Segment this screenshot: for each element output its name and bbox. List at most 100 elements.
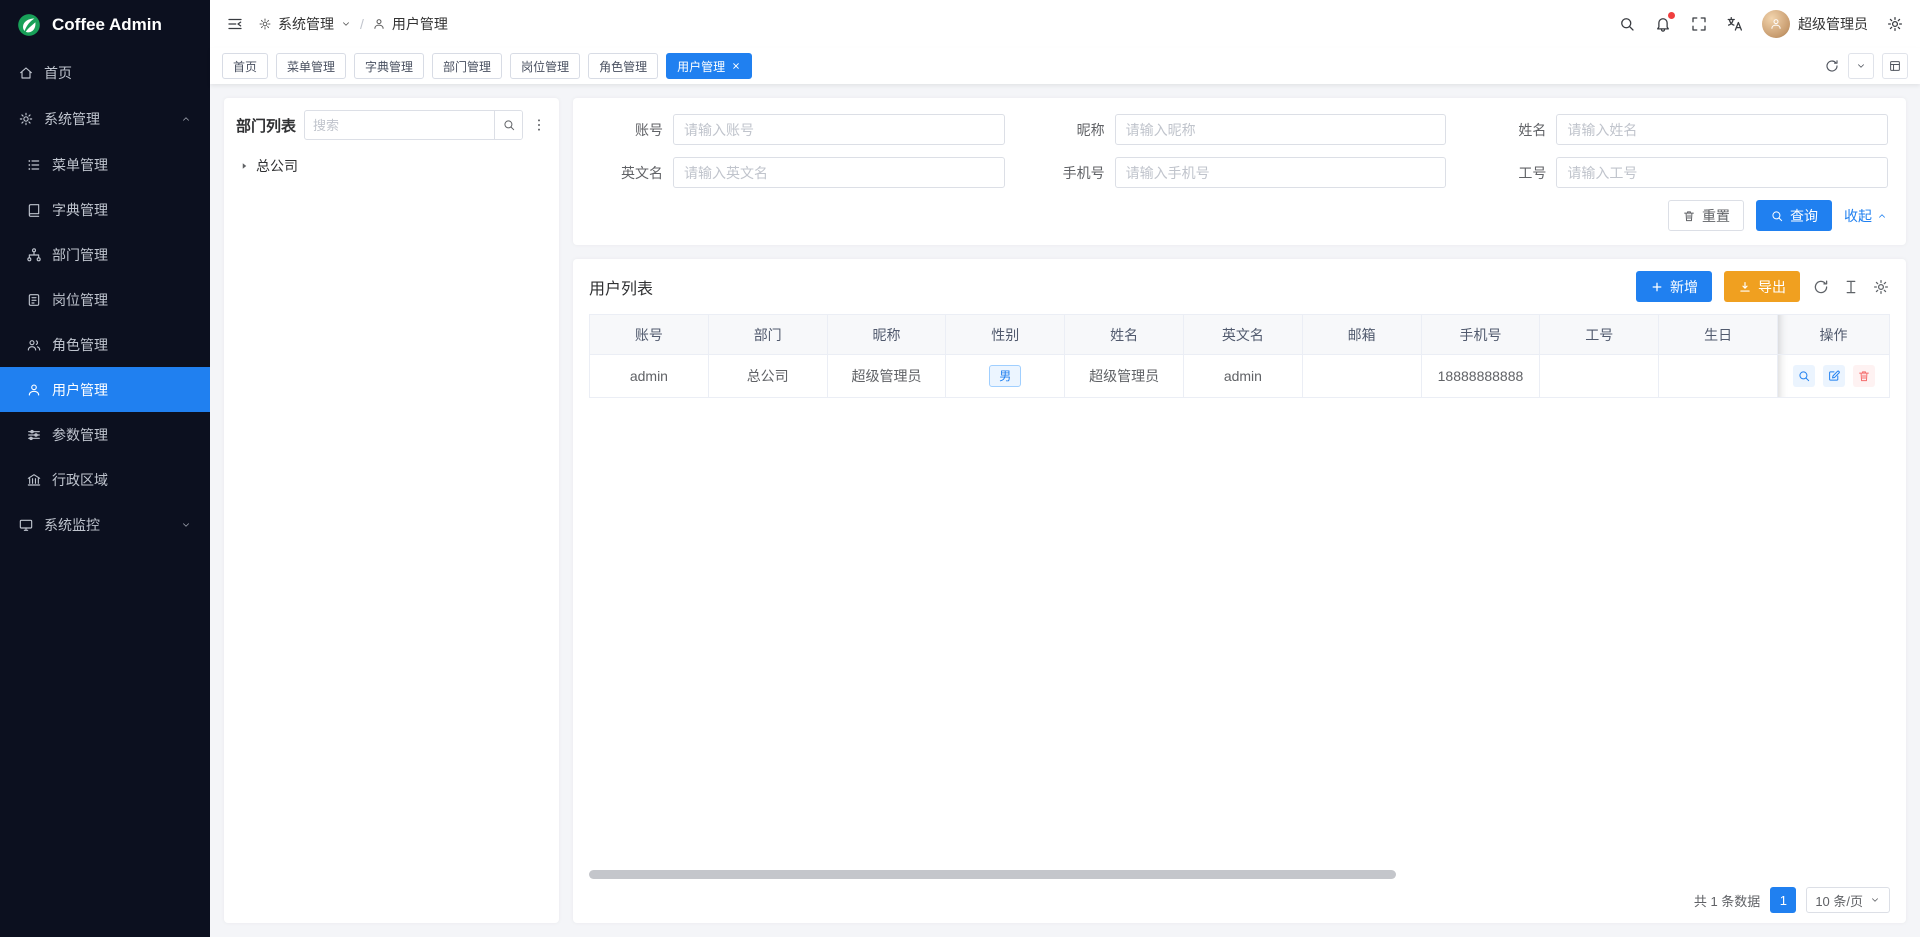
tab-options-button[interactable] [1848, 53, 1874, 79]
cell-account: admin [590, 355, 709, 398]
horizontal-scrollbar [589, 870, 1890, 879]
field-name: 姓名 [1474, 114, 1888, 145]
cell-job-number [1540, 355, 1659, 398]
sidebar-item-label: 行政区域 [52, 470, 108, 490]
refresh-tab-button[interactable] [1824, 58, 1840, 74]
breadcrumb-item-user: 用户管理 [392, 14, 448, 34]
settings-button[interactable] [1886, 15, 1904, 33]
tab-dept-management[interactable]: 部门管理 [432, 53, 502, 79]
table-actions: 新增 导出 [1636, 271, 1890, 302]
tree-panel-title: 部门列表 [236, 115, 296, 136]
sidebar-item-user-management[interactable]: 用户管理 [0, 367, 210, 412]
page-button-1[interactable]: 1 [1770, 887, 1796, 913]
reset-button[interactable]: 重置 [1668, 200, 1744, 231]
chevron-down-icon [180, 519, 192, 531]
fullscreen-button[interactable] [1690, 15, 1708, 33]
col-name: 姓名 [1065, 315, 1184, 355]
coffee-logo-icon [16, 12, 42, 38]
gear-icon [258, 17, 272, 31]
add-user-button[interactable]: 新增 [1636, 271, 1712, 302]
breadcrumb-item-system[interactable]: 系统管理 [278, 14, 334, 34]
pagination: 共 1 条数据 1 10 条/页 [589, 883, 1890, 913]
sidebar-item-system-monitor[interactable]: 系统监控 [0, 502, 210, 548]
chevron-down-icon [1855, 60, 1867, 72]
tab-bar: 首页 菜单管理 字典管理 部门管理 岗位管理 角色管理 用户管理 [210, 48, 1920, 84]
sidebar-item-param-management[interactable]: 参数管理 [0, 412, 210, 457]
column-settings-button[interactable] [1872, 278, 1890, 296]
sidebar-item-dept-management[interactable]: 部门管理 [0, 232, 210, 277]
sidebar-item-dict-management[interactable]: 字典管理 [0, 187, 210, 232]
sidebar-item-menu-management[interactable]: 菜单管理 [0, 142, 210, 187]
cell-nickname: 超级管理员 [827, 355, 946, 398]
tree-more-button[interactable] [531, 117, 547, 133]
bank-icon [26, 472, 42, 488]
close-icon[interactable] [731, 61, 741, 71]
query-button[interactable]: 查询 [1756, 200, 1832, 231]
tree-search-button[interactable] [494, 111, 522, 139]
account-input[interactable] [673, 114, 1005, 145]
table-row[interactable]: admin 总公司 超级管理员 男 超级管理员 admin 1888888888… [590, 355, 1890, 398]
sidebar-submenu-system: 菜单管理 字典管理 部门管理 岗位管理 角色管理 [0, 142, 210, 502]
notifications-button[interactable] [1654, 15, 1672, 33]
tree-node-head-office[interactable]: 总公司 [236, 152, 547, 180]
tab-dict-management[interactable]: 字典管理 [354, 53, 424, 79]
user-menu[interactable]: 超级管理员 [1762, 10, 1868, 38]
sliders-icon [26, 427, 42, 443]
gear-icon [1872, 278, 1890, 296]
app-logo[interactable]: Coffee Admin [0, 0, 210, 50]
cell-birthday [1659, 355, 1778, 398]
trash-icon [1857, 369, 1871, 383]
sidebar-item-label: 首页 [44, 63, 72, 83]
row-density-button[interactable] [1842, 278, 1860, 296]
tab-home[interactable]: 首页 [222, 53, 268, 79]
tree-search-input[interactable] [305, 118, 494, 133]
name-input[interactable] [1556, 114, 1888, 145]
sidebar-item-label: 字典管理 [52, 200, 108, 220]
field-account: 账号 [591, 114, 1005, 145]
field-nickname: 昵称 [1033, 114, 1447, 145]
cell-gender: 男 [946, 355, 1065, 398]
sidebar-item-role-management[interactable]: 角色管理 [0, 322, 210, 367]
breadcrumb: 系统管理 / 用户管理 [258, 14, 448, 34]
home-icon [18, 65, 34, 81]
content-fullscreen-button[interactable] [1882, 53, 1908, 79]
phone-input[interactable] [1115, 157, 1447, 188]
view-row-button[interactable] [1793, 365, 1815, 387]
chevron-up-icon [180, 113, 192, 125]
page-size-select[interactable]: 10 条/页 [1806, 887, 1890, 913]
tab-menu-management[interactable]: 菜单管理 [276, 53, 346, 79]
collapse-form-button[interactable]: 收起 [1844, 206, 1888, 226]
export-button[interactable]: 导出 [1724, 271, 1800, 302]
search-form: 账号 昵称 姓名 英文名 [591, 114, 1888, 188]
cell-operations [1778, 355, 1890, 398]
sidebar-item-region-management[interactable]: 行政区域 [0, 457, 210, 502]
scrollbar-thumb[interactable] [589, 870, 1396, 879]
job-number-input[interactable] [1556, 157, 1888, 188]
refresh-table-button[interactable] [1812, 278, 1830, 296]
content-area: 部门列表 总公司 [210, 84, 1920, 937]
search-button[interactable] [1618, 15, 1636, 33]
user-name: 超级管理员 [1798, 14, 1868, 34]
col-english-name: 英文名 [1183, 315, 1302, 355]
sidebar-item-label: 岗位管理 [52, 290, 108, 310]
col-operations: 操作 [1778, 315, 1890, 355]
cell-phone: 18888888888 [1421, 355, 1540, 398]
edit-row-button[interactable] [1823, 365, 1845, 387]
top-header: 系统管理 / 用户管理 [210, 0, 1920, 48]
sidebar-item-label: 系统管理 [44, 109, 100, 129]
tab-post-management[interactable]: 岗位管理 [510, 53, 580, 79]
delete-row-button[interactable] [1853, 365, 1875, 387]
refresh-icon [1812, 278, 1830, 296]
col-nickname: 昵称 [827, 315, 946, 355]
breadcrumb-separator: / [360, 16, 364, 32]
hierarchy-icon [26, 247, 42, 263]
tab-role-management[interactable]: 角色管理 [588, 53, 658, 79]
english-name-input[interactable] [673, 157, 1005, 188]
sidebar-item-post-management[interactable]: 岗位管理 [0, 277, 210, 322]
sidebar-item-system-management[interactable]: 系统管理 [0, 96, 210, 142]
collapse-sidebar-button[interactable] [226, 15, 244, 33]
tab-user-management[interactable]: 用户管理 [666, 53, 752, 79]
sidebar-item-home[interactable]: 首页 [0, 50, 210, 96]
nickname-input[interactable] [1115, 114, 1447, 145]
language-button[interactable] [1726, 15, 1744, 33]
